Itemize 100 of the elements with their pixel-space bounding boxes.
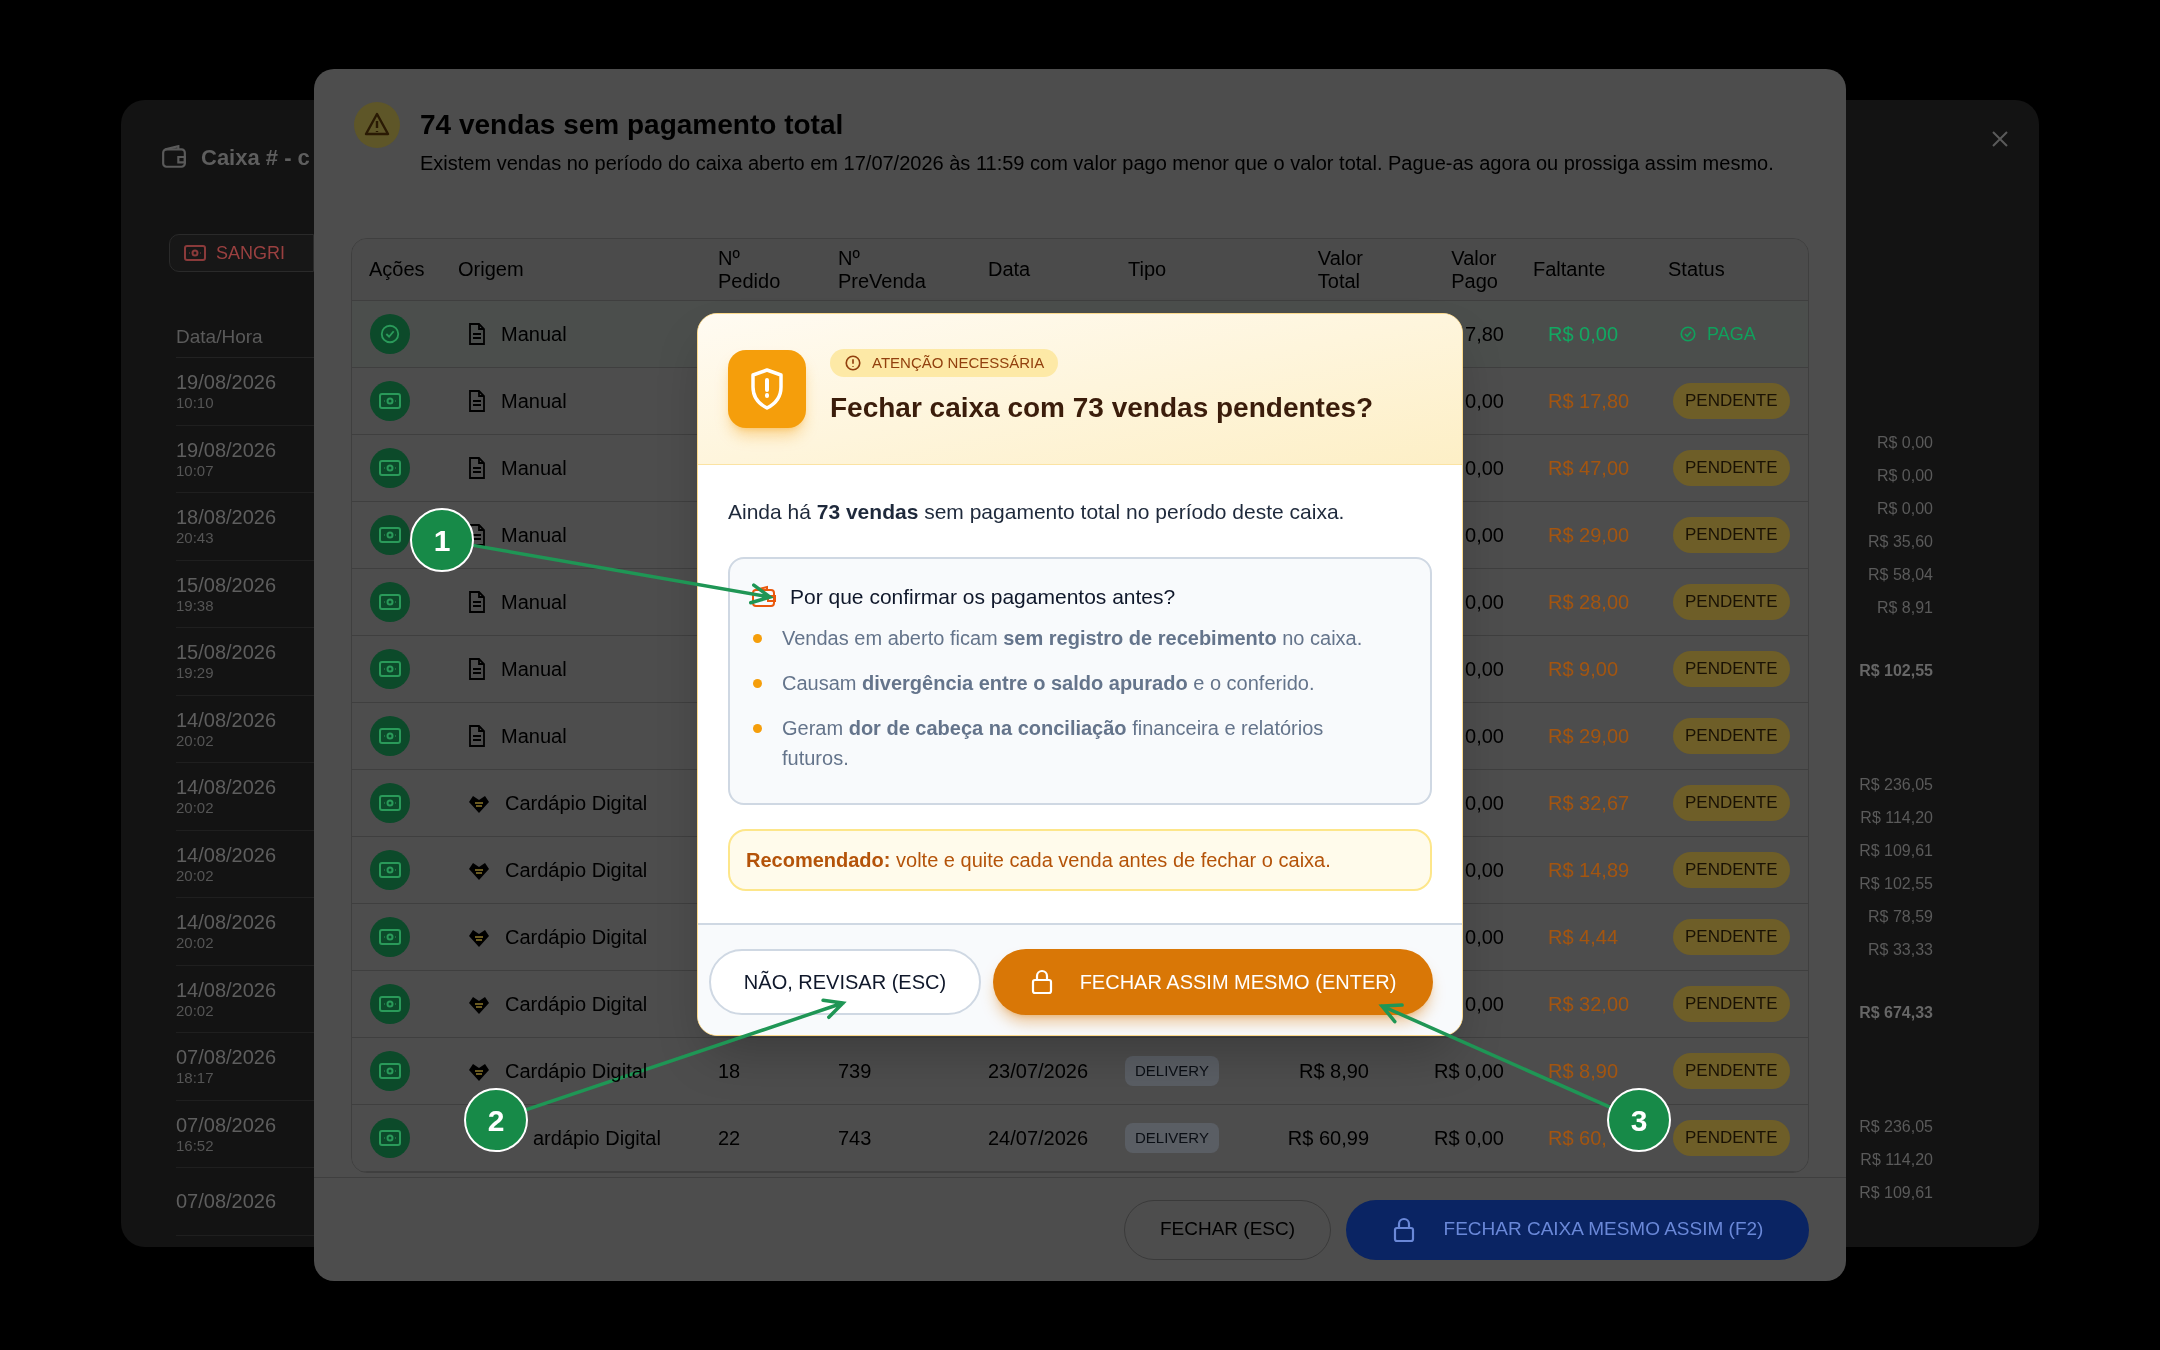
badge-text: ATENÇÃO NECESSÁRIA xyxy=(872,352,1045,373)
payment-button[interactable] xyxy=(370,515,410,555)
date-text: 14/08/2026 xyxy=(176,842,278,867)
date-text: 07/08/2026 xyxy=(176,1112,278,1137)
column-header: Valor Total xyxy=(1317,246,1363,293)
check-icon xyxy=(1679,325,1697,343)
amount-text: R$ 109,61 xyxy=(1859,841,1933,861)
amount-due-text: R$ 14,89 xyxy=(1548,858,1631,883)
table-cell-text: 18 xyxy=(718,1059,741,1084)
origin-text: Cardápio Digital xyxy=(505,992,648,1017)
table-cell-text: 0,00 xyxy=(1465,858,1504,883)
origin-text: Manual xyxy=(501,456,567,481)
dialog-description: Existem vendas no período do caixa aberto em 17/07/2026 às 11:59 com valor pago menor que o valor total. Pague-as agora ou prossiga assim mesmo. xyxy=(420,151,1775,176)
alert-icon xyxy=(844,354,862,372)
close-anyway-button[interactable]: FECHAR ASSIM MESMO (ENTER) xyxy=(993,949,1433,1015)
payment-button[interactable] xyxy=(370,381,410,421)
cash-icon xyxy=(379,929,401,945)
date-text: 15/08/2026 xyxy=(176,640,278,665)
shield-icon xyxy=(728,350,806,428)
amount-text: R$ 58,04 xyxy=(1868,565,1933,585)
time-text: 19:29 xyxy=(176,664,215,683)
payment-button[interactable] xyxy=(370,649,410,689)
document-icon xyxy=(467,456,487,480)
payment-button[interactable] xyxy=(370,783,410,823)
document-icon xyxy=(467,322,487,346)
payment-button[interactable] xyxy=(370,716,410,756)
origin-text: Manual xyxy=(501,724,567,749)
table-cell-text: 0,00 xyxy=(1465,724,1504,749)
total-text: R$ 674,33 xyxy=(1859,1003,1933,1023)
date-text: 15/08/2026 xyxy=(176,572,278,597)
review-button[interactable]: NÃO, REVISAR (ESC) xyxy=(709,949,981,1015)
table-cell-text: R$ 0,00 xyxy=(1433,1059,1504,1084)
info-title: Por que confirmar os pagamentos antes? xyxy=(790,584,1176,611)
check-icon xyxy=(379,323,401,345)
column-header: Faltante xyxy=(1533,258,1606,281)
recommendation-text: Recomendado: volte e quite cada venda antes de fechar o caixa. xyxy=(746,848,1331,873)
payment-button[interactable] xyxy=(370,448,410,488)
cash-icon xyxy=(379,1130,401,1146)
modal-title: Fechar caixa com 73 vendas pendentes? xyxy=(830,391,1374,425)
bullet-icon xyxy=(753,679,762,688)
amount-due-text: R$ 28,00 xyxy=(1548,590,1631,615)
sangria-button[interactable]: SANGRI xyxy=(169,234,314,272)
column-header: Nº PreVenda xyxy=(838,246,926,293)
type-badge: DELIVERY xyxy=(1125,1122,1219,1154)
amount-text: R$ 236,05 xyxy=(1859,775,1933,795)
amount-due-text: R$ 47,00 xyxy=(1548,456,1631,481)
payment-button[interactable] xyxy=(370,917,410,957)
lock-icon xyxy=(1029,969,1054,995)
amount-due-text: R$ 29,00 xyxy=(1548,724,1631,749)
document-icon xyxy=(467,389,487,413)
amount-due-text: R$ 4,44 xyxy=(1548,925,1620,950)
amount-text: R$ 114,20 xyxy=(1860,808,1933,828)
amount-due-text: R$ 32,67 xyxy=(1548,791,1631,816)
origin-text: Cardápio Digital xyxy=(505,791,648,816)
date-text: 19/08/2026 xyxy=(176,437,278,462)
time-text: 20:02 xyxy=(176,934,215,953)
amount-text: R$ 236,05 xyxy=(1859,1117,1933,1137)
amount-text: R$ 78,59 xyxy=(1868,907,1933,927)
status-badge: PENDENTE xyxy=(1673,986,1790,1022)
origin-text: Cardápio Digital xyxy=(505,925,648,950)
payment-button[interactable] xyxy=(370,1051,410,1091)
confirm-button[interactable] xyxy=(370,314,410,354)
intro-text: Ainda há 73 vendas sem pagamento total no período deste caixa. xyxy=(728,499,1346,525)
document-icon xyxy=(467,724,487,748)
status-badge: PENDENTE xyxy=(1673,651,1790,687)
time-text: 10:07 xyxy=(176,461,215,480)
cash-icon xyxy=(379,460,401,476)
close-register-button[interactable]: FECHAR CAIXA MESMO ASSIM (F2) xyxy=(1346,1199,1809,1260)
origin-text: Manual xyxy=(501,590,567,615)
payment-button[interactable] xyxy=(370,984,410,1024)
status-badge: PENDENTE xyxy=(1673,785,1790,821)
payment-button[interactable] xyxy=(370,1118,410,1158)
date-text: 18/08/2026 xyxy=(176,505,278,530)
cash-icon xyxy=(379,661,401,677)
amount-text: R$ 35,60 xyxy=(1868,532,1933,552)
origin-text: ardápio Digital xyxy=(533,1126,661,1151)
column-header: Ações xyxy=(369,258,425,281)
cash-icon xyxy=(379,527,401,543)
origin-text: Manual xyxy=(501,523,567,548)
table-cell-text: 0,00 xyxy=(1465,456,1504,481)
table-cell-text: 0,00 xyxy=(1465,389,1504,414)
origin-text: Manual xyxy=(501,389,567,414)
table-cell-text: 739 xyxy=(838,1059,872,1084)
table-cell-text: 24/07/2026 xyxy=(988,1126,1089,1151)
payment-button[interactable] xyxy=(370,850,410,890)
time-text: 20:43 xyxy=(176,529,215,548)
reason-text: Causam divergência entre o saldo apurado e o conferido. xyxy=(782,671,1316,696)
document-icon xyxy=(467,590,487,614)
amount-text: R$ 0,00 xyxy=(1876,466,1933,486)
table-cell-text: 0,00 xyxy=(1465,925,1504,950)
table-cell-text: 23/07/2026 xyxy=(988,1059,1089,1084)
cash-icon xyxy=(184,245,206,261)
table-cell-text: 7,80 xyxy=(1465,322,1504,347)
amount-due-text: R$ 17,80 xyxy=(1548,389,1631,414)
payment-button[interactable] xyxy=(370,582,410,622)
table-cell-text: 0,00 xyxy=(1465,992,1504,1017)
time-text: 10:10 xyxy=(176,394,215,413)
origin-text: Cardápio Digital xyxy=(505,858,648,883)
reason-text: Vendas em aberto ficam sem registro de recebimento no caixa. xyxy=(782,626,1364,651)
table-cell-text: 743 xyxy=(838,1126,872,1151)
